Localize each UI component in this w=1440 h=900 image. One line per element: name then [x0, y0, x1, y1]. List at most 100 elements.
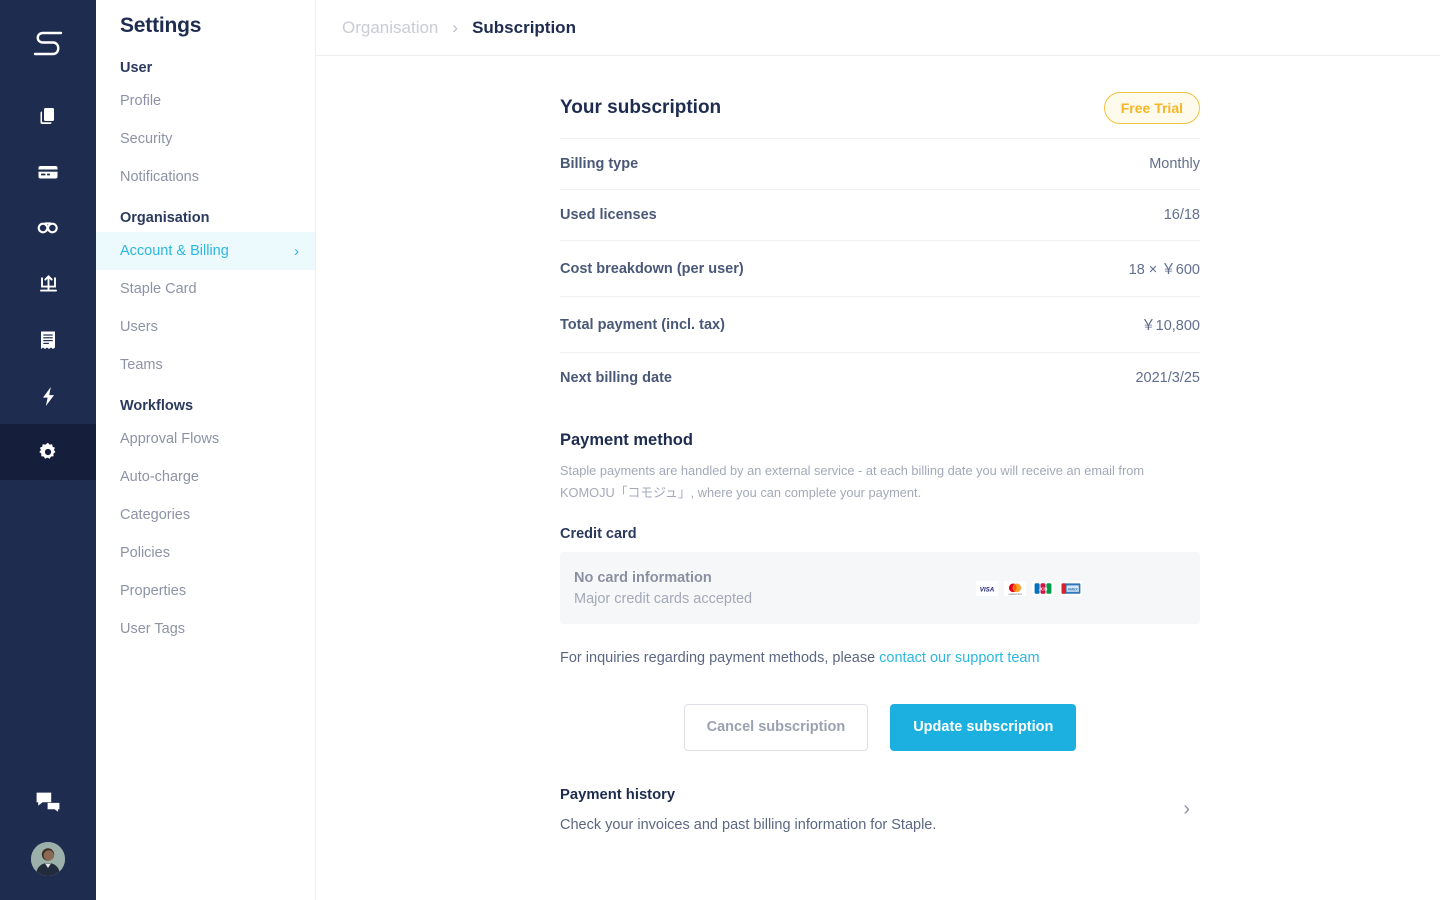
payment-history-title: Payment history [560, 786, 676, 803]
sidebar-item-staple-card[interactable]: Staple Card [96, 270, 315, 308]
row-value: 18 × ￥600 [1128, 262, 1200, 278]
jcb-logo-icon: JCB [1032, 580, 1054, 596]
sidebar-item-label: Staple Card [120, 281, 197, 297]
app-logo[interactable] [0, 0, 96, 88]
mastercard-logo-icon: mastercard [1004, 580, 1026, 596]
rail-item-receipts[interactable] [0, 312, 96, 368]
sidebar-item-users[interactable]: Users [96, 308, 315, 346]
chat-button[interactable] [0, 776, 96, 832]
svg-text:AMEX: AMEX [1068, 587, 1079, 591]
svg-text:VISA: VISA [980, 586, 995, 593]
sidebar-item-label: Notifications [120, 169, 199, 185]
rail-item-automation[interactable] [0, 368, 96, 424]
credit-card-texts: No card information Major credit cards a… [574, 570, 964, 607]
receipt-icon [39, 330, 57, 351]
primary-nav-rail [0, 0, 96, 900]
nav-group-workflows: Workflows [120, 398, 194, 414]
svg-text:mastercard: mastercard [1009, 592, 1023, 596]
sidebar-item-user-tags[interactable]: User Tags [96, 610, 315, 648]
sidebar-item-profile[interactable]: Profile [96, 82, 315, 120]
row-value: ￥10,800 [1141, 318, 1200, 334]
svg-text:JCB: JCB [1039, 586, 1048, 591]
table-row: Used licenses 16/18 [560, 189, 1200, 241]
upload-icon [38, 274, 59, 295]
inquiry-line: For inquiries regarding payment methods,… [560, 624, 1200, 666]
staple-s-logo [33, 31, 63, 56]
row-value: 16/18 [1163, 207, 1200, 223]
no-card-information: No card information [574, 569, 712, 586]
sidebar-item-policies[interactable]: Policies [96, 534, 315, 572]
amex-logo-icon: AMEX [1060, 580, 1082, 596]
row-key: Cost breakdown (per user) [560, 260, 744, 277]
content-scroll-area: Your subscription Free Trial Billing typ… [316, 56, 1440, 900]
table-row: Cost breakdown (per user) 18 × ￥600 [560, 240, 1200, 297]
avatar-image [31, 842, 65, 876]
table-row: Next billing date 2021/3/25 [560, 352, 1200, 404]
rail-items [0, 88, 96, 480]
nav-group-organisation: Organisation [120, 210, 210, 226]
sidebar-item-label: Profile [120, 93, 162, 109]
sidebar-item-security[interactable]: Security [96, 120, 315, 158]
sidebar-item-properties[interactable]: Properties [96, 572, 315, 610]
sidebar-item-auto-charge[interactable]: Auto-charge [96, 458, 315, 496]
sidebar-item-approval-flows[interactable]: Approval Flows [96, 420, 315, 458]
credit-card-box[interactable]: No card information Major credit cards a… [560, 552, 1200, 624]
sidebar-item-label: Auto-charge [120, 469, 199, 485]
breadcrumb: Organisation › Subscription [316, 0, 1440, 56]
rail-bottom-group [0, 776, 96, 900]
credit-card-label: Credit card [560, 526, 637, 542]
chat-bubbles-icon [35, 791, 61, 818]
chevron-right-icon[interactable]: › [1183, 798, 1200, 821]
sidebar-item-label: Teams [120, 357, 163, 373]
row-key: Billing type [560, 156, 639, 172]
action-buttons: Cancel subscription Update subscription [560, 666, 1200, 751]
inquiry-prefix: For inquiries regarding payment methods,… [560, 650, 880, 666]
rail-item-integrations[interactable] [0, 200, 96, 256]
payment-history-description: Check your invoices and past billing inf… [560, 816, 937, 833]
page-title: Your subscription [560, 97, 722, 118]
subscription-panel: Your subscription Free Trial Billing typ… [560, 56, 1200, 833]
row-value: Monthly [1149, 156, 1200, 172]
payment-history-row[interactable]: Payment history Check your invoices and … [560, 751, 1200, 833]
breadcrumb-separator-icon: › [452, 17, 459, 37]
table-row: Total payment (incl. tax) ￥10,800 [560, 296, 1200, 353]
sidebar-item-label: Categories [120, 507, 191, 523]
breadcrumb-organisation[interactable]: Organisation [342, 18, 438, 38]
support-team-link[interactable]: contact our support team [879, 650, 1039, 666]
sidebar-item-label: Users [120, 319, 158, 335]
sidebar-item-label: Approval Flows [120, 431, 220, 447]
sidebar-item-teams[interactable]: Teams [96, 346, 315, 384]
row-value: 2021/3/25 [1135, 370, 1200, 386]
cancel-subscription-button[interactable]: Cancel subscription [683, 704, 869, 751]
sidebar-item-label: Security [120, 131, 173, 147]
nav-group-user: User [120, 60, 153, 76]
row-key: Used licenses [560, 207, 657, 223]
visa-logo-icon: VISA [976, 580, 998, 596]
main-content: Organisation › Subscription Your subscri… [316, 0, 1440, 900]
payment-history-texts: Payment history Check your invoices and … [560, 787, 936, 833]
subscription-table: Billing type Monthly Used licenses 16/18… [560, 138, 1200, 403]
sidebar-item-notifications[interactable]: Notifications [96, 158, 315, 196]
sidebar-item-label: Account & Billing [120, 243, 229, 259]
table-row: Billing type Monthly [560, 138, 1200, 190]
row-key: Total payment (incl. tax) [560, 316, 725, 333]
sidebar-item-account-billing[interactable]: Account & Billing › [96, 232, 315, 270]
row-key: Next billing date [560, 370, 672, 386]
rail-item-upload[interactable] [0, 256, 96, 312]
chevron-right-icon: › [294, 242, 299, 260]
rail-item-documents[interactable] [0, 88, 96, 144]
lightning-bolt-icon [41, 386, 56, 407]
update-subscription-button[interactable]: Update subscription [890, 704, 1077, 751]
cards-accepted-note: Major credit cards accepted [574, 590, 753, 607]
settings-title: Settings [120, 14, 202, 37]
sidebar-item-label: Properties [120, 583, 187, 599]
gear-icon [38, 442, 58, 462]
rail-item-settings[interactable] [0, 424, 96, 480]
payment-method-description: Staple payments are handled by an extern… [560, 463, 1144, 500]
subscription-header: Your subscription Free Trial [560, 92, 1200, 138]
sidebar-item-categories[interactable]: Categories [96, 496, 315, 534]
infinity-icon [36, 220, 60, 236]
user-avatar[interactable] [31, 842, 65, 876]
breadcrumb-subscription: Subscription [472, 17, 576, 37]
rail-item-cards[interactable] [0, 144, 96, 200]
